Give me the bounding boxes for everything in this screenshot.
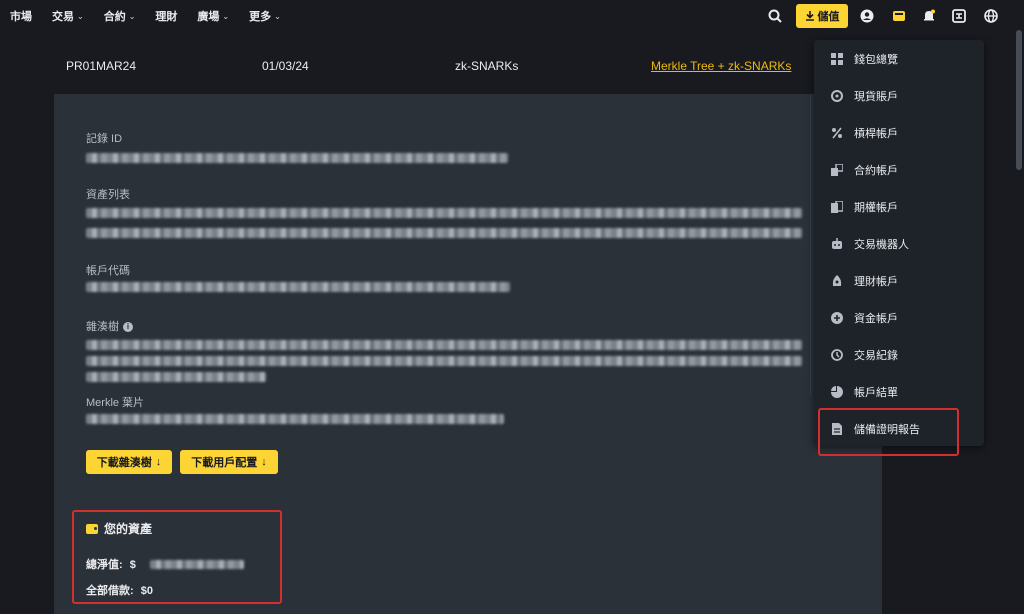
assets-title-text: 您的資產 xyxy=(104,522,153,536)
spot-icon xyxy=(830,89,844,103)
net-value-row: 總淨值: $ xyxy=(86,556,136,572)
menu-label: 資金帳戶 xyxy=(854,312,898,325)
search-icon[interactable] xyxy=(764,5,786,27)
net-value-prefix: $ xyxy=(129,559,136,571)
menu-trading-bots[interactable]: 交易機器人 xyxy=(814,225,984,262)
nav-more-label: 更多 xyxy=(249,11,272,23)
hash-tree-value-line1 xyxy=(86,340,802,350)
nav-markets[interactable]: 市場 xyxy=(10,8,32,24)
highlight-outline xyxy=(818,408,959,456)
download-hash-tree-label: 下載雜湊樹 xyxy=(96,457,152,469)
wallet-icon xyxy=(86,523,98,534)
chevron-down-icon: ⌄ xyxy=(128,11,136,21)
earn-icon xyxy=(830,274,844,288)
menu-wallet-overview[interactable]: 錢包總覽 xyxy=(814,40,984,77)
deposit-button[interactable]: 儲值 xyxy=(796,4,848,28)
arrow-down-icon: ↓ xyxy=(261,456,267,468)
report-method: zk-SNARKs xyxy=(455,59,519,73)
bell-icon[interactable] xyxy=(918,5,940,27)
net-value-label: 總淨值: xyxy=(86,559,123,571)
hash-tree-value-line2 xyxy=(86,356,802,366)
futures-icon xyxy=(830,163,844,177)
chevron-down-icon: ⌄ xyxy=(274,11,281,21)
merkle-link[interactable]: Merkle Tree + zk-SNARKs xyxy=(651,59,791,73)
history-icon xyxy=(830,348,844,362)
page-scrollbar[interactable] xyxy=(1016,30,1022,170)
hash-tree-label-text: 雜湊樹 xyxy=(86,321,119,333)
nav-earn-label: 理財 xyxy=(155,11,178,23)
nav-square[interactable]: 廣場 ⌄ xyxy=(197,8,229,24)
account-code-label: 帳戶代碼 xyxy=(86,265,130,277)
download-user-config-button[interactable]: 下載用戶配置 ↓ xyxy=(180,450,278,474)
menu-margin-account[interactable]: 槓桿帳戶 xyxy=(814,114,984,151)
menu-label: 現貨賬戶 xyxy=(854,90,898,103)
asset-list-value-line2 xyxy=(86,228,802,238)
nav-square-label: 廣場 xyxy=(197,11,220,23)
wallet-dropdown-menu: 錢包總覽 現貨賬戶 槓桿帳戶 合約帳戶 期權帳戶 交易機器人 理財帳戶 資金帳戶… xyxy=(814,40,984,446)
download-icon xyxy=(805,11,814,21)
arrow-down-icon: ↓ xyxy=(155,456,162,468)
globe-icon[interactable] xyxy=(980,5,1002,27)
deposit-label: 儲值 xyxy=(817,11,840,23)
total-borrow-label: 全部借款: xyxy=(86,585,134,597)
percent-icon xyxy=(830,126,844,140)
menu-futures-account[interactable]: 合約帳戶 xyxy=(814,151,984,188)
report-date: 01/03/24 xyxy=(262,59,309,73)
record-id-value xyxy=(86,153,508,163)
asset-list-value-line1 xyxy=(86,208,802,218)
panel-scroll-divider xyxy=(810,95,811,395)
hash-tree-label: 雜湊樹 i xyxy=(86,318,133,334)
grid-icon xyxy=(830,52,844,66)
menu-label: 交易紀錄 xyxy=(854,349,898,362)
menu-label: 錢包總覽 xyxy=(854,53,898,66)
download-hash-tree-button[interactable]: 下載雜湊樹 ↓ xyxy=(86,450,172,474)
menu-earn-account[interactable]: 理財帳戶 xyxy=(814,262,984,299)
merkle-leaf-label: Merkle 葉片 xyxy=(86,397,145,409)
nav-trade[interactable]: 交易 ⌄ xyxy=(52,8,84,24)
hash-tree-value-line3 xyxy=(86,372,266,382)
menu-trade-history[interactable]: 交易紀錄 xyxy=(814,336,984,373)
asset-list-label: 資產列表 xyxy=(86,189,130,201)
options-icon xyxy=(830,200,844,214)
download-app-icon[interactable] xyxy=(948,5,970,27)
merkle-leaf-value xyxy=(86,414,504,424)
total-borrow-row: 全部借款: $0 xyxy=(86,582,153,598)
report-header-row: PR01MAR24 01/03/24 zk-SNARKs Merkle Tree… xyxy=(0,50,820,82)
info-icon[interactable]: i xyxy=(123,322,133,333)
download-user-config-label: 下載用戶配置 xyxy=(191,457,258,469)
nav-futures-label: 合約 xyxy=(103,11,126,23)
chevron-down-icon: ⌄ xyxy=(222,11,230,21)
menu-account-statement[interactable]: 帳戶結單 xyxy=(814,373,984,410)
wallet-icon[interactable] xyxy=(888,5,910,27)
assets-title: 您的資產 xyxy=(86,520,152,537)
pie-icon xyxy=(830,385,844,399)
user-icon[interactable] xyxy=(856,5,878,27)
total-borrow-value: $0 xyxy=(140,585,153,597)
account-code-value xyxy=(86,282,510,292)
nav-futures[interactable]: 合約 ⌄ xyxy=(104,8,136,24)
nav-markets-label: 市場 xyxy=(10,11,32,23)
menu-spot-account[interactable]: 現貨賬戶 xyxy=(814,77,984,114)
menu-label: 期權帳戶 xyxy=(854,201,898,214)
record-id-label: 記錄 ID xyxy=(86,133,123,145)
menu-label: 合約帳戶 xyxy=(854,164,898,177)
menu-label: 理財帳戶 xyxy=(854,275,898,288)
nav-earn[interactable]: 理財 xyxy=(155,8,177,24)
menu-options-account[interactable]: 期權帳戶 xyxy=(814,188,984,225)
report-id: PR01MAR24 xyxy=(66,59,137,73)
your-assets-section: 您的資產 總淨值: $ 全部借款: $0 xyxy=(72,510,282,604)
net-value-amount xyxy=(150,560,244,569)
robot-icon xyxy=(830,237,844,251)
nav-trade-label: 交易 xyxy=(52,11,74,23)
menu-label: 交易機器人 xyxy=(854,238,909,251)
menu-label: 槓桿帳戶 xyxy=(854,127,898,140)
nav-more[interactable]: 更多 ⌄ xyxy=(249,8,281,24)
menu-funding-account[interactable]: 資金帳戶 xyxy=(814,299,984,336)
menu-label: 帳戶結單 xyxy=(854,386,898,399)
funding-icon xyxy=(830,311,844,325)
chevron-down-icon: ⌄ xyxy=(77,11,84,21)
